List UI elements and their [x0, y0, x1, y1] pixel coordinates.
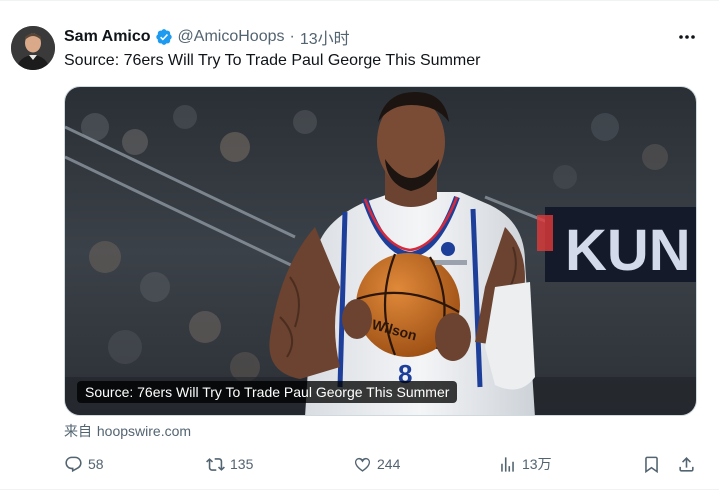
tweet-header: Sam Amico @AmicoHoops · 13小时: [64, 25, 350, 49]
reply-icon: [65, 456, 82, 472]
share-icon: [679, 456, 694, 472]
bookmark-button[interactable]: [642, 453, 666, 475]
share-button[interactable]: [677, 453, 701, 475]
avatar[interactable]: [11, 26, 55, 70]
arena-sign-text: KUN: [565, 218, 691, 283]
link-source-label: 来自: [64, 423, 92, 439]
like-button[interactable]: 244: [353, 453, 400, 475]
action-bar: 58 135 244 13万: [64, 453, 697, 475]
top-divider: [0, 0, 719, 1]
repost-count: 135: [230, 456, 254, 472]
reply-button[interactable]: 58: [64, 453, 104, 475]
heart-icon: [354, 457, 371, 472]
repost-button[interactable]: 135: [206, 453, 253, 475]
views-button[interactable]: 13万: [498, 453, 552, 475]
tweet-text: Source: 76ers Will Try To Trade Paul Geo…: [64, 52, 481, 69]
views-count: 13万: [522, 456, 552, 472]
separator-dot: ·: [289, 28, 295, 45]
timestamp[interactable]: 13小时: [300, 25, 350, 49]
verified-badge-icon: [155, 28, 173, 46]
media-image[interactable]: KUN Wilson 8 Source: 76ers Will Try To T…: [64, 86, 697, 416]
views-chart-icon: [501, 456, 514, 472]
display-name[interactable]: Sam Amico: [64, 28, 151, 46]
player-photo: KUN Wilson 8: [65, 87, 696, 415]
handle[interactable]: @AmicoHoops: [178, 28, 285, 46]
repost-icon: [206, 457, 225, 471]
bookmark-icon: [645, 456, 658, 473]
like-count: 244: [377, 456, 401, 472]
link-source-domain[interactable]: hoopswire.com: [97, 423, 191, 439]
link-source[interactable]: 来自 hoopswire.com: [64, 423, 191, 439]
media-caption: Source: 76ers Will Try To Trade Paul Geo…: [77, 381, 458, 403]
reply-count: 58: [88, 456, 104, 472]
more-options-icon[interactable]: [676, 28, 698, 46]
